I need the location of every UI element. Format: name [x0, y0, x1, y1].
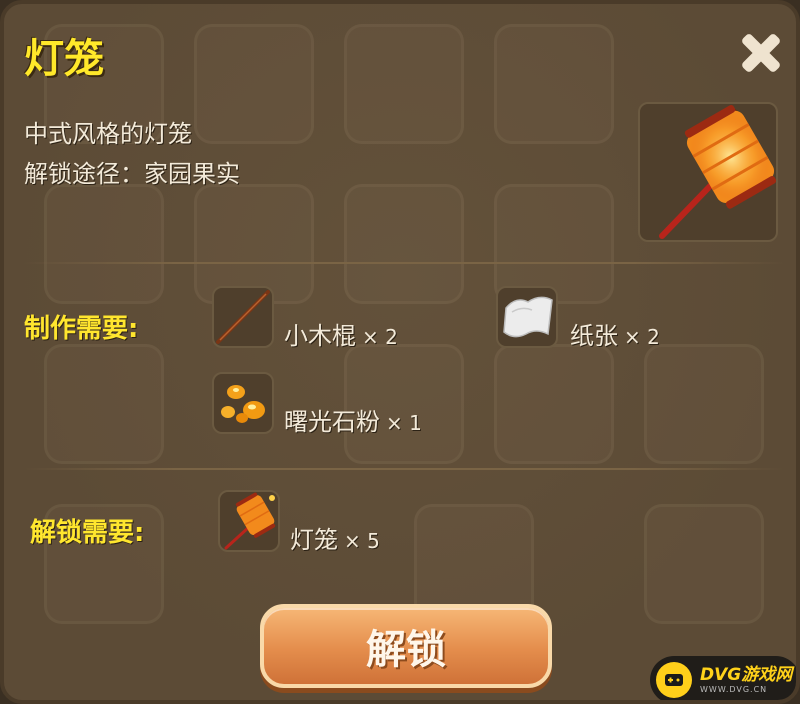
- stone-powder-icon: [221, 385, 265, 423]
- watermark: DVG游戏网 WWW.DVG.CN: [650, 656, 796, 700]
- background-tile: [344, 184, 464, 304]
- close-icon[interactable]: [738, 30, 784, 76]
- unlock-req-slot[interactable]: [218, 490, 280, 552]
- item-preview-slot: [638, 102, 778, 242]
- divider: [24, 468, 784, 470]
- item-detail-dialog: 灯笼 中式风格的灯笼 解锁途径：家园果实 制作需要: 小木棍 × 2 纸张 × …: [0, 0, 800, 704]
- item-description: 中式风格的灯笼: [24, 120, 192, 148]
- divider: [24, 262, 784, 264]
- lantern-icon: [659, 104, 777, 239]
- background-tile: [644, 504, 764, 624]
- stick-icon: [216, 290, 270, 344]
- material-name: 曙光石粉: [284, 408, 380, 436]
- material-qty: × 2: [624, 325, 660, 349]
- material-qty: × 1: [386, 411, 422, 435]
- background-tile: [44, 184, 164, 304]
- unlock-item-qty: × 5: [344, 529, 380, 553]
- background-tile: [494, 344, 614, 464]
- watermark-url: WWW.DVG.CN: [700, 684, 768, 694]
- material-stone-powder-text: 曙光石粉 × 1: [284, 402, 422, 437]
- background-tile: [44, 344, 164, 464]
- unlock-path-text: 解锁途径：家园果实: [24, 160, 240, 188]
- gamepad-icon: [656, 662, 692, 698]
- material-slot-paper[interactable]: [496, 286, 558, 348]
- material-stick-text: 小木棍 × 2: [284, 316, 398, 351]
- lantern-icon: [224, 492, 276, 550]
- material-name: 小木棍: [284, 322, 356, 350]
- unlock-req-label: 解锁需要:: [30, 518, 145, 548]
- material-name: 纸张: [570, 322, 618, 350]
- unlock-item-name: 灯笼: [290, 526, 338, 554]
- crafting-label: 制作需要:: [24, 314, 139, 344]
- background-tile: [494, 24, 614, 144]
- material-slot-stick[interactable]: [212, 286, 274, 348]
- background-tile: [194, 24, 314, 144]
- dialog-title: 灯笼: [24, 36, 104, 82]
- watermark-text: DVG游戏网: [700, 664, 793, 685]
- material-qty: × 2: [362, 325, 398, 349]
- material-slot-stone-powder[interactable]: [212, 372, 274, 434]
- unlock-button[interactable]: 解锁: [260, 604, 552, 688]
- background-tile: [644, 344, 764, 464]
- unlock-req-text: 灯笼 × 5: [290, 520, 380, 555]
- paper-icon: [503, 296, 553, 338]
- material-paper-text: 纸张 × 2: [570, 316, 660, 351]
- background-tile: [344, 24, 464, 144]
